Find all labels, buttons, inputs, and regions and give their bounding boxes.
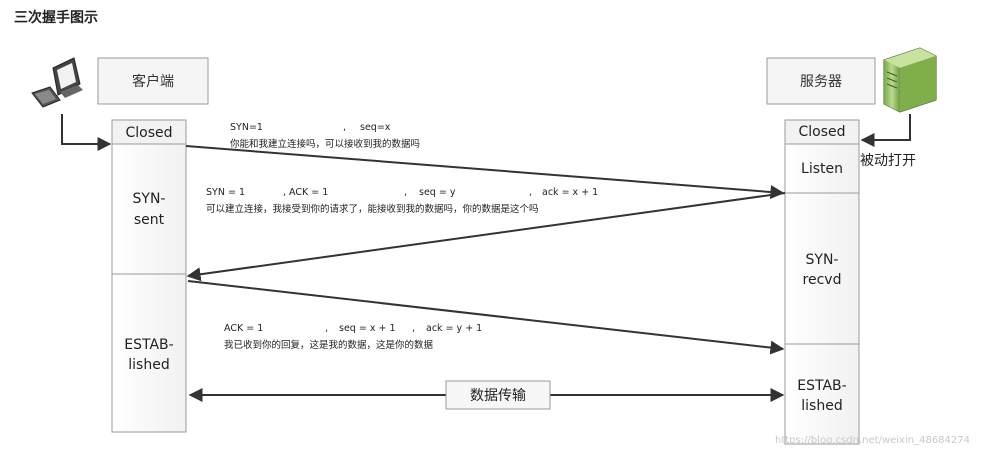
client-state-closed-label: Closed: [125, 125, 172, 141]
client-label: 客户端: [132, 73, 174, 90]
handshake-diagram: 三次握手图示 客户端 Closed SYN- sent ESTAB- lishe…: [14, 9, 970, 446]
server-state-established-label-2: lished: [801, 398, 842, 414]
msg3-param-2: ,: [325, 323, 328, 334]
msg2-param-1: SYN = 1: [206, 187, 245, 198]
page-title: 三次握手图示: [14, 9, 98, 26]
client-state-syn-sent-label-1: SYN-: [133, 191, 166, 207]
msg2-param-3: ,: [404, 187, 407, 198]
msg2-param-6: ack = x + 1: [542, 187, 598, 198]
msg3-param-1: ACK = 1: [224, 323, 263, 334]
watermark: https://blog.csdn.net/weixin_48684274: [775, 435, 970, 446]
msg3-param-4: ,: [412, 323, 415, 334]
client-state-syn-sent-label-2: sent: [134, 212, 165, 228]
msg1-description: 你能和我建立连接吗，可以接收到我的数据吗: [230, 138, 420, 150]
syn-arrow: [185, 145, 785, 199]
msg3-param-5: ack = y + 1: [426, 323, 482, 334]
server-state-syn-recvd-label-2: recvd: [803, 272, 842, 288]
server-state-closed-label: Closed: [798, 124, 845, 140]
server-icon: [883, 47, 937, 113]
client-computer-icon: [31, 57, 83, 108]
msg2-description: 可以建立连接，我接受到你的请求了，能接收到我的数据吗，你的数据是这个吗: [206, 203, 539, 215]
server-label: 服务器: [800, 74, 842, 90]
msg2-param-2: , ACK = 1: [283, 187, 328, 198]
server-state-syn-recvd-label-1: SYN-: [806, 252, 839, 268]
client-timeline: [111, 119, 187, 433]
server-state-established-label-1: ESTAB-: [797, 378, 846, 394]
client-state-established-label-1: ESTAB-: [124, 337, 173, 353]
msg3-param-3: seq = x + 1: [339, 323, 396, 334]
server-open-arrow: [860, 114, 911, 147]
server-state-listen-label: Listen: [801, 161, 843, 177]
msg2-param-5: ,: [529, 187, 532, 198]
ack-arrow: [187, 280, 785, 355]
server-passive-open-label: 被动打开: [860, 152, 916, 169]
msg1-param-3: seq=x: [360, 122, 391, 133]
msg2-param-4: seq = y: [419, 187, 456, 198]
client-open-arrow: [61, 114, 112, 151]
client-state-established-label-2: lished: [128, 357, 169, 373]
msg1-param-1: SYN=1: [230, 122, 263, 133]
msg1-param-2: ,: [343, 122, 346, 133]
data-transfer-label: 数据传输: [470, 388, 526, 404]
msg3-description: 我已收到你的回复，这是我的数据，这是你的数据: [224, 339, 434, 351]
